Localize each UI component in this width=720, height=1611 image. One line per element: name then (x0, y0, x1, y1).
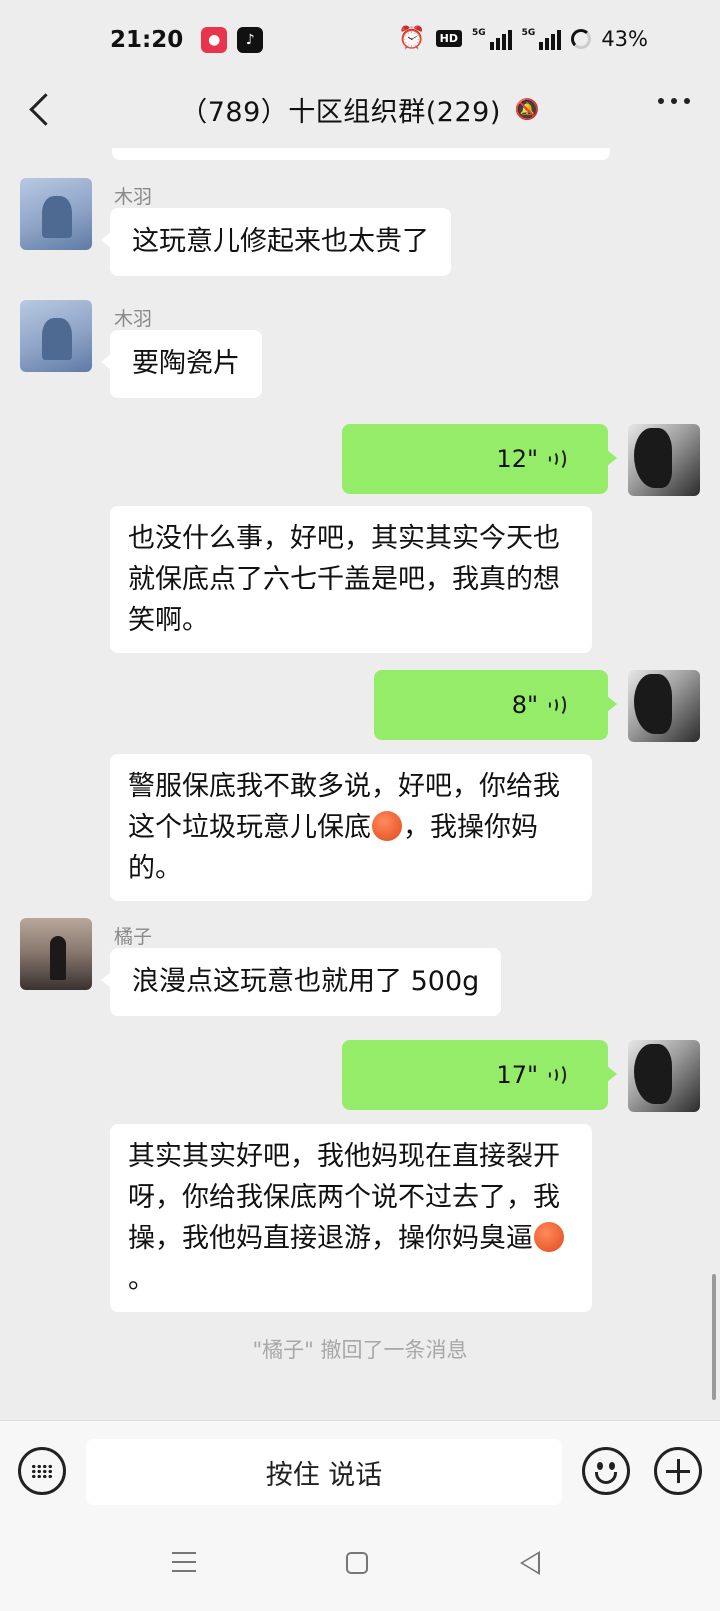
more-button[interactable] (658, 98, 690, 104)
chat-title: （789）十区组织群(229) (180, 96, 501, 128)
signal-icon-1: 5G (472, 28, 512, 50)
transcript-text: 也没什么事，好吧，其实其实今天也就保底点了六七千盖是吧，我真的想笑啊。 (128, 523, 560, 636)
avatar-muyu[interactable] (20, 300, 92, 372)
bell-off-icon: 🔕 (514, 97, 540, 121)
plus-icon[interactable] (654, 1447, 702, 1495)
avatar-muyu[interactable] (20, 178, 92, 250)
message-text: 要陶瓷片 (132, 348, 240, 379)
tiktok-app-icon: ♪ (237, 27, 264, 53)
message-bubble[interactable]: 这玩意儿修起来也太贵了 (101, 208, 451, 276)
recall-notice: "橘子" 撤回了一条消息 (252, 1338, 468, 1362)
alarm-icon: ⏰ (398, 26, 426, 51)
sender-name: 木羽 (114, 186, 153, 208)
avatar-self[interactable] (628, 424, 700, 496)
voice-duration: 17" (496, 1061, 538, 1089)
message-list[interactable]: 木羽 这玩意儿修起来也太贵了 木羽 要陶瓷片 12" 也没什么事，好吧，其实其实… (0, 140, 720, 1420)
battery-icon (571, 28, 592, 49)
voice-message[interactable]: 17" (342, 1040, 617, 1110)
hold-to-talk-label: 按住 说话 (265, 1459, 383, 1491)
partial-message-bubble (112, 148, 610, 160)
status-time: 21:20 (110, 27, 184, 53)
avatar-self[interactable] (628, 1040, 700, 1112)
message-bubble[interactable]: 浪漫点这玩意也就用了 500g (100, 948, 502, 1016)
voice-duration: 8" (511, 691, 538, 719)
voice-transcript[interactable]: 也没什么事，好吧，其实其实今天也就保底点了六七千盖是吧，我真的想笑啊。 (110, 506, 592, 653)
message-text: 这玩意儿修起来也太贵了 (132, 226, 429, 257)
sender-name: 木羽 (114, 308, 153, 330)
hd-icon: HD (435, 30, 462, 47)
message-text: 浪漫点这玩意也就用了 500g (132, 966, 480, 997)
hold-to-talk-button[interactable]: 按住 说话 (86, 1439, 562, 1505)
input-bar: 按住 说话 (0, 1420, 720, 1520)
status-bar: 21:20 ● ♪ ⏰ HD 5G 5G 43% (0, 0, 720, 80)
avatar-juzi[interactable] (20, 918, 92, 990)
back-button[interactable] (22, 90, 62, 130)
recorder-app-icon: ● (201, 27, 228, 53)
angry-emoji-icon (534, 1222, 564, 1252)
signal-icon-2: 5G (522, 28, 562, 50)
voice-wave-icon (546, 446, 568, 472)
voice-duration: 12" (496, 445, 538, 473)
voice-transcript[interactable]: 其实其实好吧，我他妈现在直接裂开呀，你给我保底两个说不过去了，我操，我他妈直接退… (110, 1124, 592, 1312)
transcript-text: 。 (128, 1264, 155, 1295)
transcript-text: 其实其实好吧，我他妈现在直接裂开呀，你给我保底两个说不过去了，我操，我他妈直接退… (128, 1141, 560, 1254)
emoji-icon[interactable] (582, 1447, 630, 1495)
voice-message[interactable]: 12" (342, 424, 617, 494)
angry-emoji-icon (372, 811, 402, 841)
chat-header: （789）十区组织群(229) 🔕 (0, 78, 720, 140)
home-button[interactable] (346, 1552, 368, 1574)
avatar-self[interactable] (628, 670, 700, 742)
voice-wave-icon (546, 1062, 568, 1088)
status-indicators: ⏰ HD 5G 5G 43% (398, 26, 648, 51)
voice-transcript[interactable]: 警服保底我不敢多说，好吧，你给我这个垃圾玩意儿保底 ，我操你妈的。 (110, 754, 592, 901)
message-bubble[interactable]: 要陶瓷片 (101, 330, 262, 398)
battery-percent: 43% (601, 26, 648, 51)
system-navigation-bar (0, 1520, 720, 1611)
voice-wave-icon (546, 692, 568, 718)
keyboard-icon[interactable] (18, 1447, 66, 1495)
voice-message[interactable]: 8" (374, 670, 617, 740)
sender-name: 橘子 (114, 926, 153, 948)
recents-button[interactable] (172, 1552, 196, 1572)
system-back-button[interactable] (520, 1551, 540, 1575)
